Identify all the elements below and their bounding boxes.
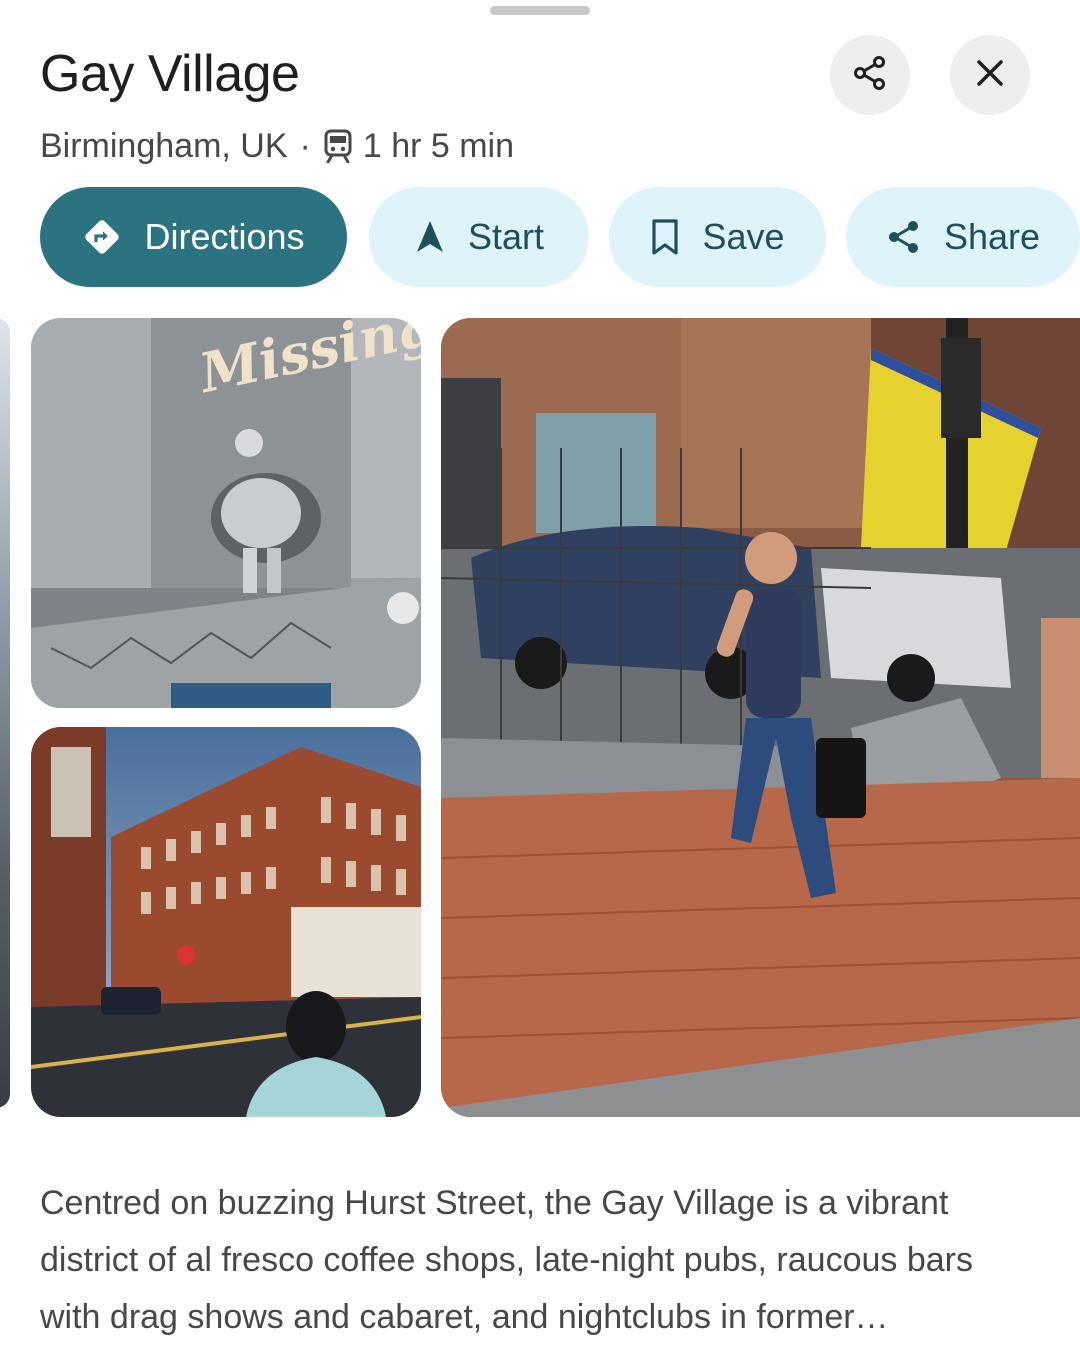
photo-street-building[interactable] [31,727,421,1117]
photo-missing-bar[interactable]: Missing [31,318,421,708]
start-button[interactable]: Start [369,187,589,287]
place-title: Gay Village [40,45,300,103]
start-label: Start [467,216,545,257]
train-icon [323,129,353,163]
photo-car-park[interactable] [441,318,1080,1117]
close-button[interactable] [950,35,1030,115]
place-subtitle: Birmingham, UK · 1 hr 5 min [40,124,514,168]
directions-icon [82,217,122,257]
location-text: Birmingham, UK [40,126,288,165]
drag-handle[interactable] [490,6,590,15]
bookmark-icon [650,218,680,256]
place-description: Centred on buzzing Hurst Street, the Gay… [40,1184,973,1336]
header-share-button[interactable] [830,35,910,115]
share-label: Share [943,216,1041,257]
photo-car-park-image [441,318,1080,1117]
separator: · [299,126,311,165]
photo-street-building-image [31,727,421,1117]
share-button[interactable]: Share [846,187,1080,287]
directions-button[interactable]: Directions [40,187,347,287]
travel-time: 1 hr 5 min [362,126,515,165]
photo-missing-bar-image: Missing [31,318,421,708]
directions-label: Directions [144,216,305,257]
photo-partial-left[interactable] [0,318,10,1108]
save-button[interactable]: Save [609,187,826,287]
save-label: Save [702,216,785,257]
close-icon [976,59,1004,92]
place-sheet: Gay Village Birmingham, UK · 1 hr 5 min [0,0,1080,1367]
share-icon [886,219,922,255]
navigation-arrow-icon [414,219,446,255]
share-icon [852,55,888,96]
